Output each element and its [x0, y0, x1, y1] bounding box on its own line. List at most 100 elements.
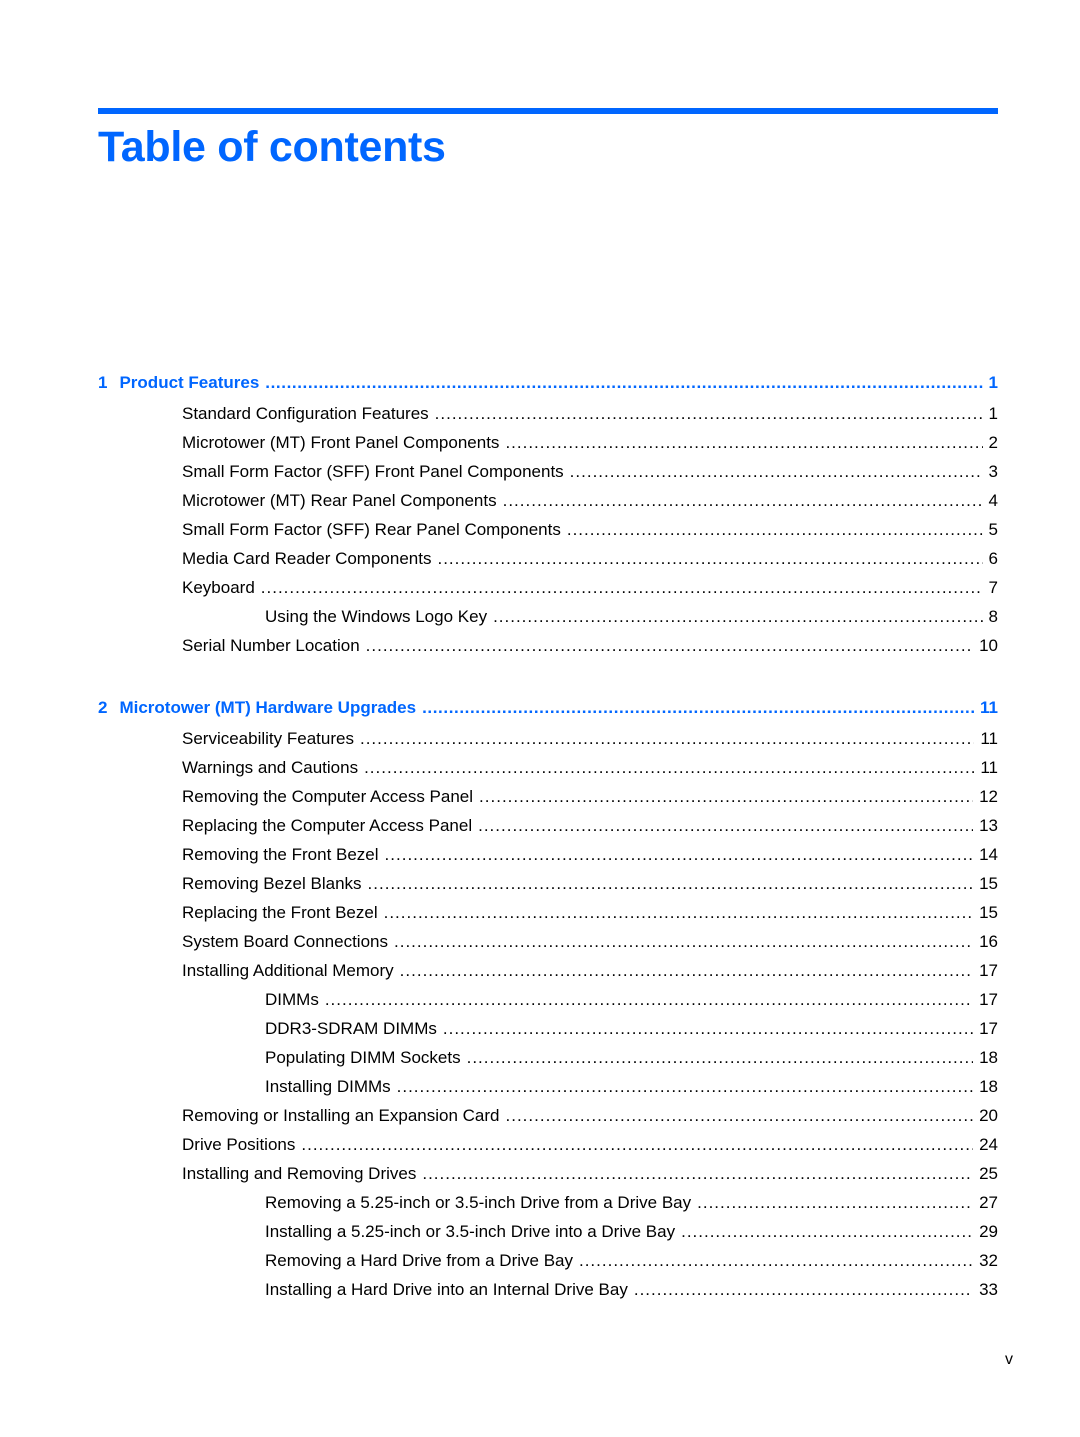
- entry-page-number: 18: [979, 1048, 998, 1067]
- dot-leader: [437, 548, 982, 570]
- toc-entry[interactable]: Serviceability Features 11: [182, 728, 998, 750]
- entry-page-number: 17: [979, 1019, 998, 1038]
- entry-title: Small Form Factor (SFF) Front Panel Comp…: [182, 462, 564, 481]
- entry-title: Warnings and Cautions: [182, 758, 359, 777]
- chapter-page-number: 11: [980, 698, 998, 717]
- chapter-title: Microtower (MT) Hardware Upgrades: [119, 698, 417, 717]
- toc-entry[interactable]: Removing a 5.25-inch or 3.5-inch Drive f…: [265, 1192, 998, 1214]
- toc-entry[interactable]: Media Card Reader Components 6: [182, 548, 998, 570]
- dot-leader: [443, 1018, 973, 1040]
- dot-leader: [467, 1047, 973, 1069]
- entry-title: DIMMs: [265, 990, 319, 1009]
- toc-entry[interactable]: Replacing the Front Bezel 15: [182, 902, 998, 924]
- toc-entry[interactable]: Microtower (MT) Front Panel Components 2: [182, 432, 998, 454]
- entry-page-number: 14: [979, 845, 998, 864]
- entry-page-number: 11: [980, 729, 998, 748]
- toc-entry[interactable]: Installing Additional Memory 17: [182, 960, 998, 982]
- entry-page-number: 10: [979, 636, 998, 655]
- dot-leader: [634, 1279, 973, 1301]
- entry-title: Removing or Installing an Expansion Card: [182, 1106, 500, 1125]
- toc-entry[interactable]: Standard Configuration Features 1: [182, 403, 998, 425]
- entry-page-number: 7: [988, 578, 998, 597]
- entry-title: Small Form Factor (SFF) Rear Panel Compo…: [182, 520, 561, 539]
- toc-entry[interactable]: Removing Bezel Blanks 15: [182, 873, 998, 895]
- dot-leader: [503, 490, 983, 512]
- chapter-page-number: 1: [988, 373, 998, 392]
- chapter-number: 2: [98, 698, 108, 717]
- entry-title: Installing and Removing Drives: [182, 1164, 417, 1183]
- dot-leader: [394, 931, 973, 953]
- toc-entry[interactable]: Installing a Hard Drive into an Internal…: [265, 1279, 998, 1301]
- dot-leader: [368, 873, 974, 895]
- entry-page-number: 29: [979, 1222, 998, 1241]
- toc-entry[interactable]: Populating DIMM Sockets 18: [265, 1047, 998, 1069]
- entry-title: Removing the Computer Access Panel: [182, 787, 474, 806]
- entry-title: Replacing the Front Bezel: [182, 903, 378, 922]
- dot-leader: [301, 1134, 973, 1156]
- toc-entry[interactable]: Removing the Front Bezel 14: [182, 844, 998, 866]
- dot-leader: [435, 403, 983, 425]
- toc-entry[interactable]: System Board Connections 16: [182, 931, 998, 953]
- toc-entry[interactable]: Using the Windows Logo Key 8: [265, 606, 998, 628]
- entry-title: Installing a Hard Drive into an Internal…: [265, 1280, 628, 1299]
- dot-leader: [567, 519, 983, 541]
- dot-leader: [681, 1221, 973, 1243]
- entry-page-number: 3: [988, 462, 998, 481]
- dot-leader: [505, 432, 982, 454]
- entry-page-number: 4: [988, 491, 998, 510]
- dot-leader: [400, 960, 973, 982]
- entry-page-number: 32: [979, 1251, 998, 1270]
- entry-title: DDR3-SDRAM DIMMs: [265, 1019, 437, 1038]
- entry-page-number: 15: [979, 903, 998, 922]
- dot-leader: [422, 697, 974, 719]
- toc-entry[interactable]: Removing or Installing an Expansion Card…: [182, 1105, 998, 1127]
- entry-page-number: 17: [979, 961, 998, 980]
- toc-chapter-1[interactable]: 1 Product Features 1: [98, 372, 998, 394]
- dot-leader: [384, 902, 973, 924]
- entry-title: Installing Additional Memory: [182, 961, 394, 980]
- toc-entry[interactable]: Small Form Factor (SFF) Front Panel Comp…: [182, 461, 998, 483]
- entry-title: Installing a 5.25-inch or 3.5-inch Drive…: [265, 1222, 676, 1241]
- toc-entry[interactable]: Removing the Computer Access Panel 12: [182, 786, 998, 808]
- dot-leader: [506, 1105, 974, 1127]
- toc-entry[interactable]: DIMMs 17: [265, 989, 998, 1011]
- entry-page-number: 6: [988, 549, 998, 568]
- toc-entry[interactable]: Installing DIMMs 18: [265, 1076, 998, 1098]
- toc-entry[interactable]: Microtower (MT) Rear Panel Components 4: [182, 490, 998, 512]
- dot-leader: [493, 606, 982, 628]
- dot-leader: [570, 461, 983, 483]
- toc-entry[interactable]: DDR3-SDRAM DIMMs 17: [265, 1018, 998, 1040]
- dot-leader: [697, 1192, 973, 1214]
- toc-chapter-2[interactable]: 2 Microtower (MT) Hardware Upgrades 11: [98, 697, 998, 719]
- entry-page-number: 20: [979, 1106, 998, 1125]
- entry-page-number: 27: [979, 1193, 998, 1212]
- toc-entry[interactable]: Removing a Hard Drive from a Drive Bay 32: [265, 1250, 998, 1272]
- toc-entry[interactable]: Drive Positions 24: [182, 1134, 998, 1156]
- entry-page-number: 33: [979, 1280, 998, 1299]
- dot-leader: [325, 989, 973, 1011]
- page-title: Table of contents: [98, 123, 446, 171]
- entry-page-number: 25: [979, 1164, 998, 1183]
- chapter-number: 1: [98, 373, 108, 392]
- entry-page-number: 17: [979, 990, 998, 1009]
- toc-entry[interactable]: Serial Number Location 10: [182, 635, 998, 657]
- entry-title: Populating DIMM Sockets: [265, 1048, 461, 1067]
- entry-title: Microtower (MT) Front Panel Components: [182, 433, 500, 452]
- entry-title: Microtower (MT) Rear Panel Components: [182, 491, 497, 510]
- toc-entry[interactable]: Installing a 5.25-inch or 3.5-inch Drive…: [265, 1221, 998, 1243]
- entry-page-number: 24: [979, 1135, 998, 1154]
- dot-leader: [579, 1250, 973, 1272]
- entry-page-number: 16: [979, 932, 998, 951]
- title-rule: [98, 108, 998, 114]
- dot-leader: [479, 786, 973, 808]
- entry-title: Removing the Front Bezel: [182, 845, 379, 864]
- entry-title: Using the Windows Logo Key: [265, 607, 488, 626]
- entry-page-number: 5: [988, 520, 998, 539]
- toc-entry[interactable]: Replacing the Computer Access Panel 13: [182, 815, 998, 837]
- dot-leader: [261, 577, 983, 599]
- toc-entry[interactable]: Small Form Factor (SFF) Rear Panel Compo…: [182, 519, 998, 541]
- entry-page-number: 18: [979, 1077, 998, 1096]
- toc-entry[interactable]: Keyboard 7: [182, 577, 998, 599]
- toc-entry[interactable]: Warnings and Cautions 11: [182, 757, 998, 779]
- toc-entry[interactable]: Installing and Removing Drives 25: [182, 1163, 998, 1185]
